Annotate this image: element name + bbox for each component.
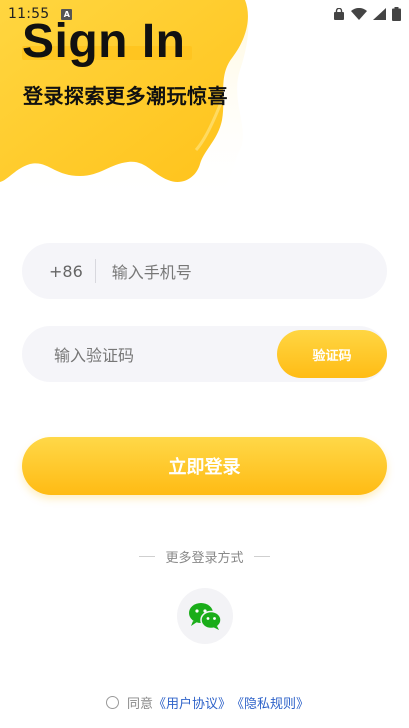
page-subtitle: 登录探索更多潮玩惊喜	[23, 84, 228, 108]
country-code[interactable]: +86	[49, 262, 83, 281]
verification-code-input[interactable]: 输入验证码	[54, 342, 134, 366]
user-agreement-link[interactable]: 《用户协议》	[153, 693, 231, 712]
more-login-methods: 更多登录方式	[0, 546, 409, 566]
battery-icon	[392, 7, 401, 21]
more-login-methods-label: 更多登录方式	[165, 550, 244, 566]
status-time: 11:55	[8, 6, 50, 22]
verification-code-field[interactable]: 输入验证码 验证码	[22, 326, 387, 382]
agreement-row: 同意 《用户协议》 《隐私规则》	[0, 692, 409, 712]
privacy-policy-link[interactable]: 《隐私规则》	[231, 693, 309, 712]
login-button[interactable]: 立即登录	[22, 437, 387, 495]
phone-field[interactable]: +86 输入手机号	[22, 243, 387, 299]
agree-prefix: 同意	[126, 696, 153, 712]
signal-icon	[373, 8, 386, 20]
wechat-icon	[189, 603, 222, 630]
phone-input[interactable]: 输入手机号	[112, 259, 192, 283]
get-code-button[interactable]: 验证码	[277, 330, 387, 378]
accessibility-a-icon: A	[61, 8, 73, 20]
divider-left	[139, 555, 156, 557]
divider-right	[253, 555, 270, 557]
wechat-login-button[interactable]	[177, 588, 233, 644]
status-icons	[333, 7, 401, 21]
phone-divider	[94, 259, 96, 283]
status-bar: 11:55 A	[0, 0, 409, 28]
lock-icon	[334, 8, 344, 20]
wifi-icon	[351, 8, 367, 20]
agree-radio[interactable]	[105, 695, 119, 709]
